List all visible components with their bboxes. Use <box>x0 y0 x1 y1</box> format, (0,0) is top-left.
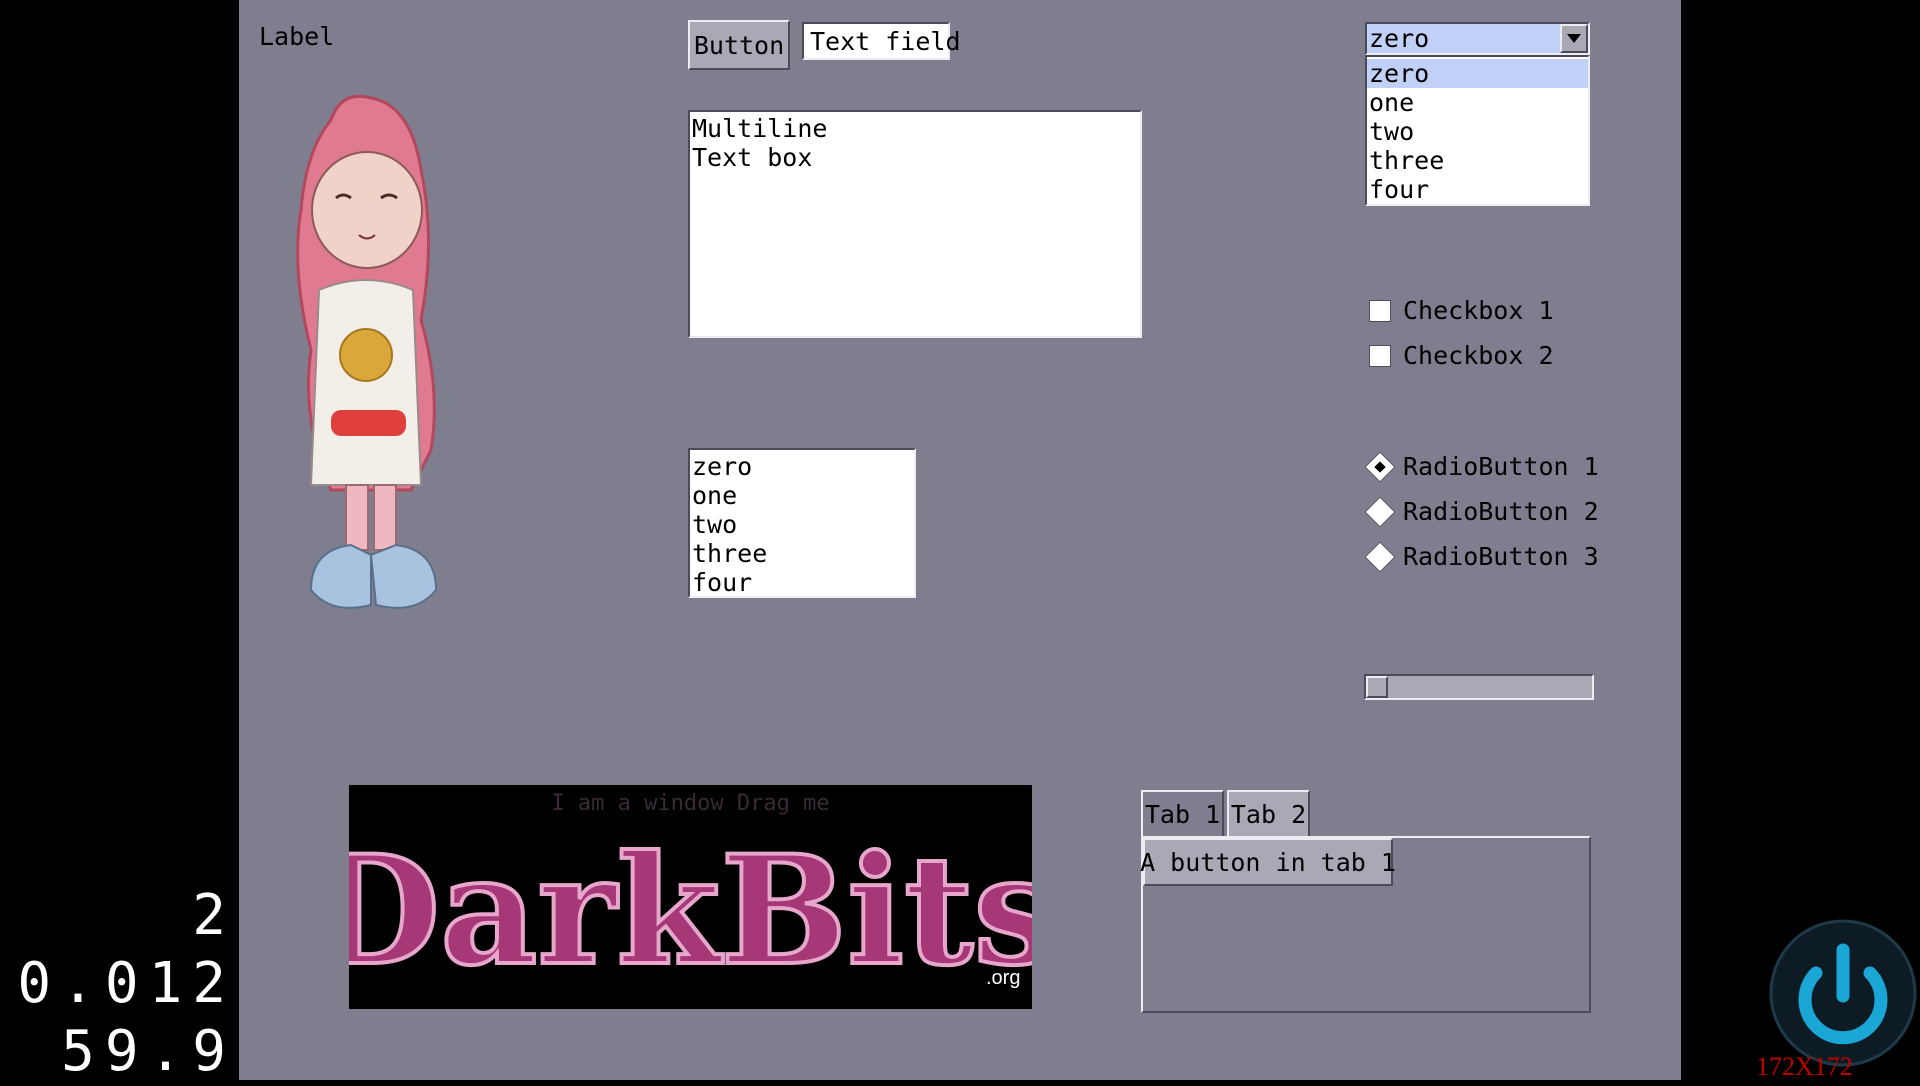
chevron-down-icon <box>1567 33 1581 43</box>
checkbox-box[interactable] <box>1369 344 1391 367</box>
multiline-text-box[interactable]: Multiline Text box <box>688 110 1142 338</box>
power-icon[interactable] <box>1768 918 1918 1068</box>
checkbox-1[interactable]: Checkbox 1 <box>1369 296 1554 325</box>
list-item[interactable]: three <box>690 539 914 568</box>
slider-track[interactable] <box>1364 674 1594 700</box>
list-item[interactable]: four <box>690 568 914 597</box>
multiline-line-2: Text box <box>692 143 813 172</box>
radio-indicator[interactable] <box>1364 495 1396 528</box>
combo-option[interactable]: two <box>1367 117 1588 146</box>
character-image <box>296 94 438 609</box>
list-box[interactable]: zero one two three four <box>688 448 916 598</box>
combo-box[interactable]: zero <box>1365 22 1590 55</box>
draggable-window[interactable]: I am a window Drag me DarkBits .org <box>349 785 1032 1009</box>
combo-dropdown-button[interactable] <box>1560 24 1588 53</box>
tab-panel: A button in tab 1 <box>1140 836 1591 1013</box>
gui-canvas: Label Button Text field Multiline Text b… <box>239 0 1681 1080</box>
stats-overlay: 2 0.012 59.9 <box>0 882 236 1086</box>
combo-option[interactable]: one <box>1367 88 1588 117</box>
tab-1-button[interactable]: A button in tab 1 <box>1140 838 1396 886</box>
checkbox-box[interactable] <box>1369 299 1391 322</box>
radio-label: RadioButton 3 <box>1403 542 1599 571</box>
radio-indicator[interactable] <box>1364 540 1396 573</box>
radio-button-2[interactable]: RadioButton 2 <box>1364 495 1599 528</box>
radio-label: RadioButton 2 <box>1403 497 1599 526</box>
checkbox-2[interactable]: Checkbox 2 <box>1369 341 1554 370</box>
darkbits-logo: DarkBits <box>349 821 1032 1001</box>
list-item[interactable]: two <box>690 510 914 539</box>
stats-line-3: 59.9 <box>61 1019 236 1084</box>
stats-line-2: 0.012 <box>17 951 236 1016</box>
multiline-line-1: Multiline <box>692 114 828 143</box>
list-item[interactable]: zero <box>690 452 914 481</box>
radio-button-3[interactable]: RadioButton 3 <box>1364 540 1599 573</box>
logo-text: DarkBits <box>349 823 1032 999</box>
combo-dropdown-list[interactable]: zero one two three four <box>1365 55 1590 206</box>
label: Label <box>259 22 335 51</box>
checkbox-label: Checkbox 1 <box>1403 296 1554 325</box>
button[interactable]: Button <box>688 20 790 70</box>
text-field[interactable]: Text field <box>802 22 961 60</box>
resolution-text: 172X172 <box>1756 1052 1853 1081</box>
combo-option[interactable]: zero <box>1367 59 1588 88</box>
combo-option[interactable]: four <box>1367 175 1588 204</box>
radio-button-1[interactable]: RadioButton 1 <box>1364 450 1599 483</box>
combo-value: zero <box>1369 24 1430 53</box>
tab-1[interactable]: Tab 1 <box>1141 790 1224 838</box>
radio-selected-dot <box>1374 460 1386 473</box>
logo-suffix: .org <box>986 967 1021 989</box>
stats-line-1: 2 <box>192 883 236 948</box>
checkbox-label: Checkbox 2 <box>1403 341 1554 370</box>
combo-option[interactable]: three <box>1367 146 1588 175</box>
tab-2[interactable]: Tab 2 <box>1227 790 1310 838</box>
radio-indicator[interactable] <box>1364 450 1396 483</box>
list-item[interactable]: one <box>690 481 914 510</box>
slider-handle[interactable] <box>1366 676 1388 698</box>
radio-label: RadioButton 1 <box>1403 452 1599 481</box>
